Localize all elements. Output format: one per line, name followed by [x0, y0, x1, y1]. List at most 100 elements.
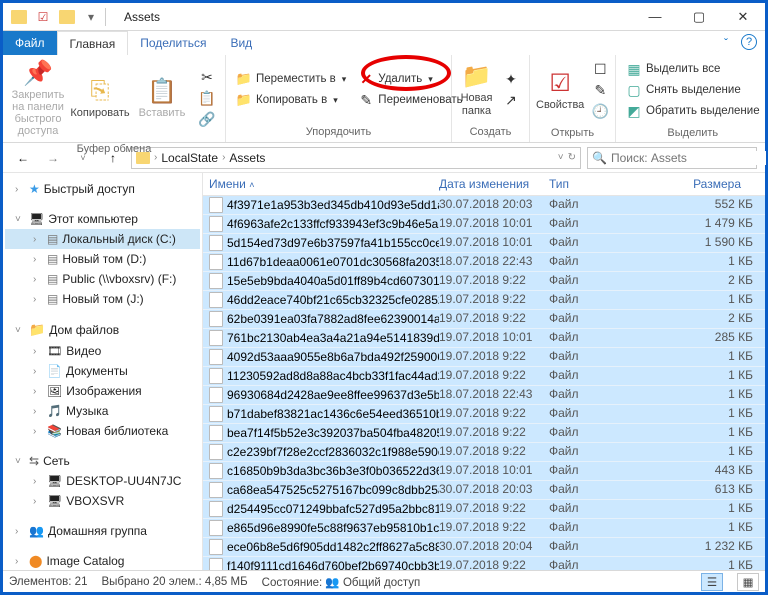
nav-pictures[interactable]: ›Изображения — [5, 381, 200, 401]
qat-folder-icon[interactable] — [9, 7, 29, 27]
file-date: 19.07.2018 9:22 — [439, 406, 549, 422]
minimize-button[interactable]: — — [633, 3, 677, 31]
table-row[interactable]: c16850b9b3da3bc36b3e3f0b036522d360e...19… — [203, 462, 765, 481]
file-size: 1 КБ — [629, 254, 759, 270]
catalog-icon — [29, 554, 42, 568]
file-name: 15e5eb9bda4040a5d01ff89b4cd607301552... — [227, 274, 439, 288]
table-row[interactable]: b71dabef83821ac1436c6e54eed36510be6...19… — [203, 405, 765, 424]
navigation-pane[interactable]: ›Быстрый доступ ˅Этот компьютер ›Локальн… — [3, 173, 203, 570]
table-row[interactable]: 96930684d2428ae9ee8ffee99637d3e5b77...18… — [203, 386, 765, 405]
view-icons-button[interactable]: ▦ — [737, 573, 759, 591]
nav-quick-access[interactable]: ›Быстрый доступ — [5, 179, 200, 199]
paste-button[interactable]: 📋 Вставить — [133, 77, 191, 119]
breadcrumb-2[interactable]: Assets — [229, 151, 265, 165]
nav-vboxsvr[interactable]: ›VBOXSVR — [5, 491, 200, 511]
maximize-button[interactable]: ▢ — [677, 3, 721, 31]
nav-documents[interactable]: ›Документы — [5, 361, 200, 381]
col-type[interactable]: Тип — [549, 177, 629, 191]
close-button[interactable]: ✕ — [721, 3, 765, 31]
file-date: 19.07.2018 9:22 — [439, 311, 549, 327]
table-row[interactable]: 46dd2eace740bf21c65cb32325cfe028524c...1… — [203, 291, 765, 310]
pin-quick-access-button[interactable]: 📌 Закрепить на панели быстрого доступа — [9, 59, 67, 137]
nav-homegroup[interactable]: ›Домашняя группа — [5, 521, 200, 541]
file-size: 1 КБ — [629, 501, 759, 517]
file-list[interactable]: 4f3971e1a953b3ed345db410d93e5dd1a47...30… — [203, 196, 765, 570]
table-row[interactable]: 62be0391ea03fa7882ad8fee62390014ad2c...1… — [203, 310, 765, 329]
view-details-button[interactable]: ☰ — [701, 573, 723, 591]
new-access-small[interactable]: ↗ — [499, 90, 523, 110]
nav-public-f[interactable]: ›Public (\\vboxsrv) (F:) — [5, 269, 200, 289]
table-row[interactable]: 4f3971e1a953b3ed345db410d93e5dd1a47...30… — [203, 196, 765, 215]
rename-button[interactable]: ✎Переименовать — [354, 90, 466, 110]
clip-small-1[interactable]: ✂ — [195, 67, 219, 87]
nav-local-c[interactable]: ›Локальный диск (C:) — [5, 229, 200, 249]
search-box[interactable]: 🔍 — [587, 147, 757, 169]
table-row[interactable]: 11d67b1deaa0061e0701dc30568fa2035b7...18… — [203, 253, 765, 272]
nav-this-pc[interactable]: ˅Этот компьютер — [5, 209, 200, 229]
table-row[interactable]: 5d154ed73d97e6b37597fa41b155cc0cedd...19… — [203, 234, 765, 253]
nav-desktop-computer[interactable]: ›DESKTOP-UU4N7JC — [5, 471, 200, 491]
address-dropdown[interactable]: ˅ — [558, 152, 564, 163]
table-row[interactable]: 761bc2130ab4ea3a4a21a94e5141839d23645...… — [203, 329, 765, 348]
nav-music[interactable]: ›Музыка — [5, 401, 200, 421]
nav-network[interactable]: ˅Сеть — [5, 451, 200, 471]
nav-image-catalog[interactable]: ›Image Catalog — [5, 551, 200, 570]
new-folder-icon: 📁 — [463, 62, 491, 90]
qat-dropdown[interactable]: ▾ — [81, 7, 101, 27]
table-row[interactable]: d254495cc071249bbafc527d95a2bbc816a...19… — [203, 500, 765, 519]
open-small[interactable]: ☐ — [588, 59, 612, 79]
col-name[interactable]: Имени ˄ — [209, 177, 439, 191]
col-size[interactable]: Размера — [629, 177, 759, 191]
table-row[interactable]: ece06b8e5d6f905dd1482c2ff8627a5c8861d...… — [203, 538, 765, 557]
edit-small[interactable]: ✎ — [588, 80, 612, 100]
table-row[interactable]: 11230592ad8d8a88ac4bcb33f1fac44ad25...19… — [203, 367, 765, 386]
move-to-button[interactable]: Переместить в▾ — [232, 69, 350, 89]
history-small[interactable]: 🕘 — [588, 101, 612, 121]
group-organize-caption: Упорядочить — [226, 124, 451, 142]
nav-drive-d[interactable]: ›Новый том (D:) — [5, 249, 200, 269]
nav-newlib[interactable]: ›Новая библиотека — [5, 421, 200, 441]
qat-newfolder-icon[interactable] — [57, 7, 77, 27]
table-row[interactable]: 4092d53aaa9055e8b6a7bda492f25900664...19… — [203, 348, 765, 367]
new-folder-button[interactable]: 📁 Новая папка — [458, 62, 495, 116]
select-none-button[interactable]: ▢Снять выделение — [622, 80, 764, 100]
file-size: 1 КБ — [629, 444, 759, 460]
file-size: 1 КБ — [629, 387, 759, 403]
tab-file[interactable]: Файл — [3, 31, 57, 55]
search-input[interactable] — [611, 151, 766, 165]
file-icon — [209, 539, 223, 555]
copy-label: Копировать — [70, 107, 129, 119]
table-row[interactable]: 15e5eb9bda4040a5d01ff89b4cd607301552...1… — [203, 272, 765, 291]
table-row[interactable]: 4f6963afe2c133ffcf933943ef3c9b46e5ab18..… — [203, 215, 765, 234]
invert-selection-button[interactable]: ◩Обратить выделение — [622, 101, 764, 121]
col-date[interactable]: Дата изменения — [439, 177, 549, 191]
nav-libraries[interactable]: ˅Дом файлов — [5, 319, 200, 341]
tab-view[interactable]: Вид — [218, 31, 264, 55]
clip-small-3[interactable]: 🔗 — [195, 109, 219, 129]
collapse-ribbon-button[interactable]: ˇ — [711, 31, 741, 55]
file-date: 30.07.2018 20:04 — [439, 539, 549, 555]
select-all-button[interactable]: ▦Выделить все — [622, 59, 764, 79]
delete-button[interactable]: ✕Удалить▾ — [354, 69, 466, 89]
tab-home[interactable]: Главная — [57, 31, 129, 55]
clip-small-2[interactable]: 📋 — [195, 88, 219, 108]
table-row[interactable]: e865d96e8990fe5c88f9637eb95810b1c7d1...1… — [203, 519, 765, 538]
new-item-small[interactable]: ✦ — [499, 69, 523, 89]
table-row[interactable]: f140f9111cd1646d760bef2b69740cbb3bf1ба..… — [203, 557, 765, 570]
tab-share[interactable]: Поделиться — [128, 31, 218, 55]
copy-to-button[interactable]: Копировать в▾ — [232, 90, 350, 110]
file-name: ece06b8e5d6f905dd1482c2ff8627a5c8861d... — [227, 540, 439, 554]
table-row[interactable]: bea7f14f5b52e3c392037ba504fba4820567...1… — [203, 424, 765, 443]
copy-button[interactable]: ⎘ Копировать — [71, 77, 129, 119]
invert-icon: ◩ — [626, 103, 642, 119]
table-row[interactable]: c2e239bf7f28e2ccf2836032c1f988e590e1...1… — [203, 443, 765, 462]
nav-videos[interactable]: ›Видео — [5, 341, 200, 361]
table-row[interactable]: ca68ea547525c5275167bc099c8dbb25aa1...30… — [203, 481, 765, 500]
nav-drive-j[interactable]: ›Новый том (J:) — [5, 289, 200, 309]
refresh-button[interactable]: ↻ — [568, 152, 576, 163]
file-icon — [209, 558, 223, 570]
file-size: 2 КБ — [629, 273, 759, 289]
properties-button[interactable]: ☑ Свойства — [536, 69, 584, 111]
help-button[interactable]: ? — [741, 34, 757, 50]
qat-properties-icon[interactable]: ☑ — [33, 7, 53, 27]
